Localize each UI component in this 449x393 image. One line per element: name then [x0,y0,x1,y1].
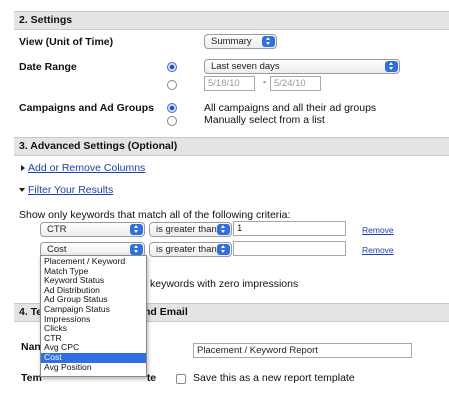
filter-results-link[interactable]: Filter Your Results [28,184,113,196]
report-name-label: Nan [21,341,41,353]
filter-operator-select[interactable]: is greater than [149,222,232,237]
filter-field-dropdown-list[interactable]: Placement / Keyword Match Type Keyword S… [40,255,147,377]
view-label: View (Unit of Time) [19,36,114,48]
template-label-end: te [146,372,157,384]
zero-impressions-label: keywords with zero impressions [150,278,299,290]
collapse-arrow-icon [19,188,25,192]
section-settings-header: 2. Settings [14,11,449,30]
select-arrows-icon [130,224,143,235]
filter-field-value: Cost [47,244,67,255]
date-to-input[interactable]: 5/24/10 [270,76,321,91]
campaigns-all-radio[interactable] [167,103,177,113]
filter-remove-link[interactable]: Remove [362,225,394,235]
date-range-select[interactable]: Last seven days [204,59,400,74]
select-arrows-icon [217,224,230,235]
filter-field-select[interactable]: CTR [40,222,145,237]
filter-results-toggle[interactable]: Filter Your Results [19,184,113,196]
criteria-intro: Show only keywords that match all of the… [19,209,291,221]
filter-field-value: CTR [47,224,67,235]
campaigns-label: Campaigns and Ad Groups [19,102,154,114]
filter-operator-value: is greater than [156,224,217,235]
date-range-preset-radio[interactable] [167,62,177,72]
date-separator: - [263,77,267,88]
view-select[interactable]: Summary [204,34,277,49]
section-template-title-right: nd Email [144,306,188,318]
save-template-checkbox[interactable] [176,374,186,384]
section-settings-title: 2. Settings [19,14,73,26]
date-range-custom-radio[interactable] [167,80,177,90]
select-arrows-icon [262,36,275,47]
add-remove-columns-link[interactable]: Add or Remove Columns [28,162,145,174]
filter-operator-value: is greater than [156,244,217,255]
save-template-label: Save this as a new report template [193,372,355,384]
select-arrows-icon [130,244,143,255]
section-template-title-left: 4. Te [19,306,43,318]
view-select-value: Summary [211,36,252,47]
date-range-select-value: Last seven days [211,61,280,72]
section-advanced-header: 3. Advanced Settings (Optional) [14,137,449,156]
campaigns-all-label: All campaigns and all their ad groups [204,102,377,114]
date-from-input[interactable]: 5/18/10 [204,76,255,91]
dropdown-option[interactable]: Avg Position [41,362,146,373]
campaigns-manual-label: Manually select from a list [204,114,325,126]
report-name-input[interactable]: Placement / Keyword Report [193,343,412,358]
expand-arrow-icon [21,165,25,171]
campaigns-manual-radio[interactable] [167,116,177,126]
template-label-start: Tem [21,372,42,384]
filter-operator-select[interactable]: is greater than [149,242,232,257]
select-arrows-icon [385,61,398,72]
filter-remove-link[interactable]: Remove [362,245,394,255]
filter-value-input[interactable]: 1 [233,221,346,236]
date-range-label: Date Range [19,61,77,73]
section-advanced-title: 3. Advanced Settings (Optional) [19,140,178,152]
select-arrows-icon [217,244,230,255]
add-remove-columns-toggle[interactable]: Add or Remove Columns [21,162,145,174]
filter-value-input[interactable] [233,241,346,256]
